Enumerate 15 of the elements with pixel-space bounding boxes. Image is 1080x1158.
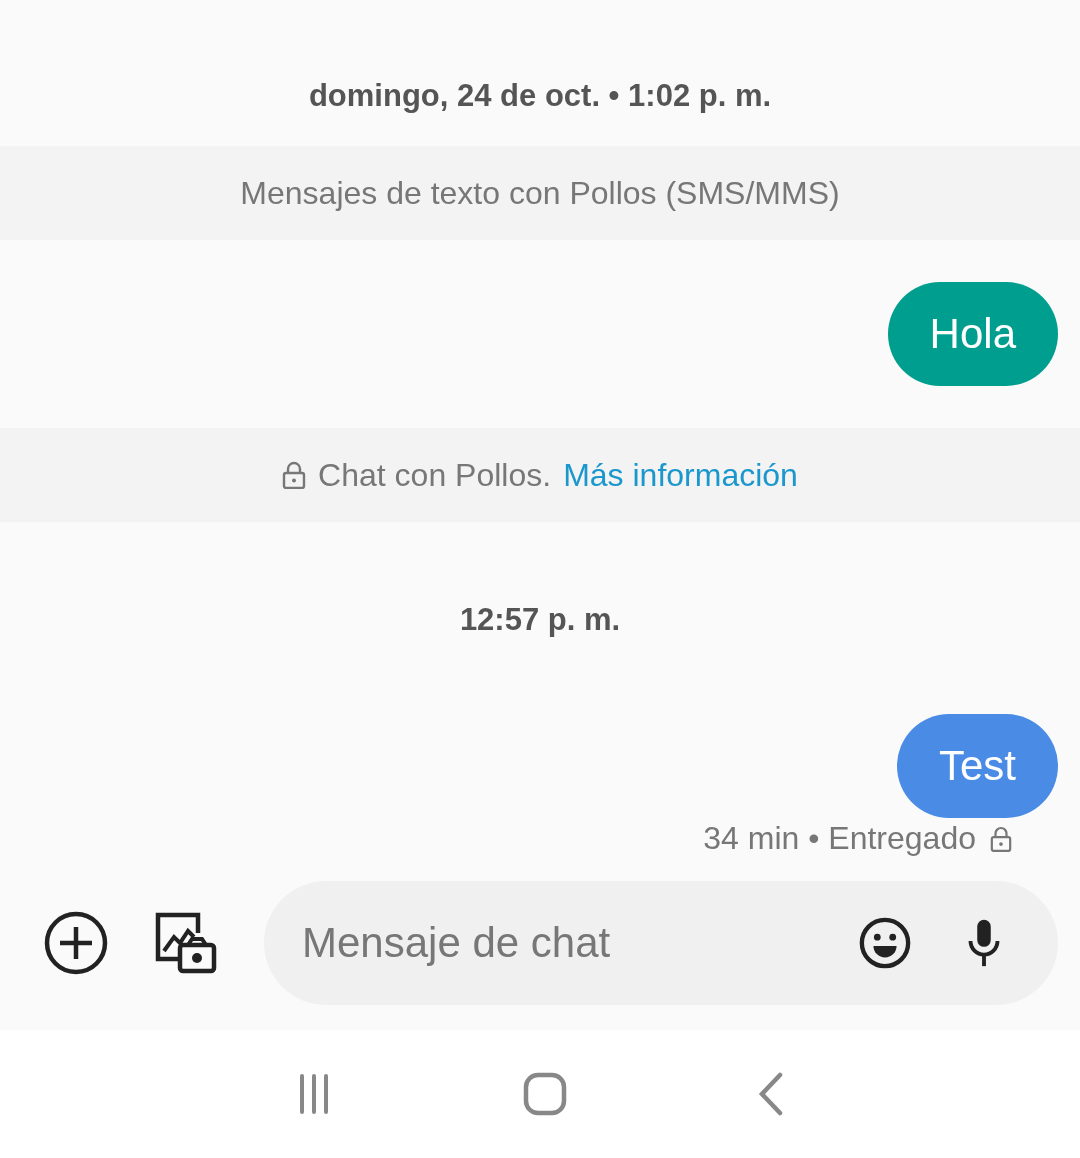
delivery-status: 34 min • Entregado bbox=[703, 820, 976, 857]
message-bubble[interactable]: Hola bbox=[887, 282, 1058, 386]
lock-icon bbox=[282, 461, 307, 489]
add-icon[interactable] bbox=[44, 911, 108, 975]
banner: Mensajes de texto con Pollos (SMS/MMS) bbox=[0, 146, 1080, 240]
emoji-icon[interactable] bbox=[858, 916, 912, 970]
info-text: Chat con Pollos. bbox=[318, 456, 552, 494]
gallery-camera-icon[interactable] bbox=[154, 911, 218, 975]
message-field[interactable]: Mensaje de chat bbox=[264, 881, 1058, 1005]
timestamp: domingo, 24 de oct. • 1:02 p. m. bbox=[308, 78, 772, 114]
lock-icon bbox=[990, 825, 1012, 852]
timestamp: 12:57 p. m. bbox=[459, 602, 621, 638]
more-info-link[interactable]: Más información bbox=[563, 456, 798, 494]
home-icon[interactable] bbox=[523, 1072, 567, 1116]
message-bubble[interactable]: Test bbox=[896, 714, 1058, 818]
